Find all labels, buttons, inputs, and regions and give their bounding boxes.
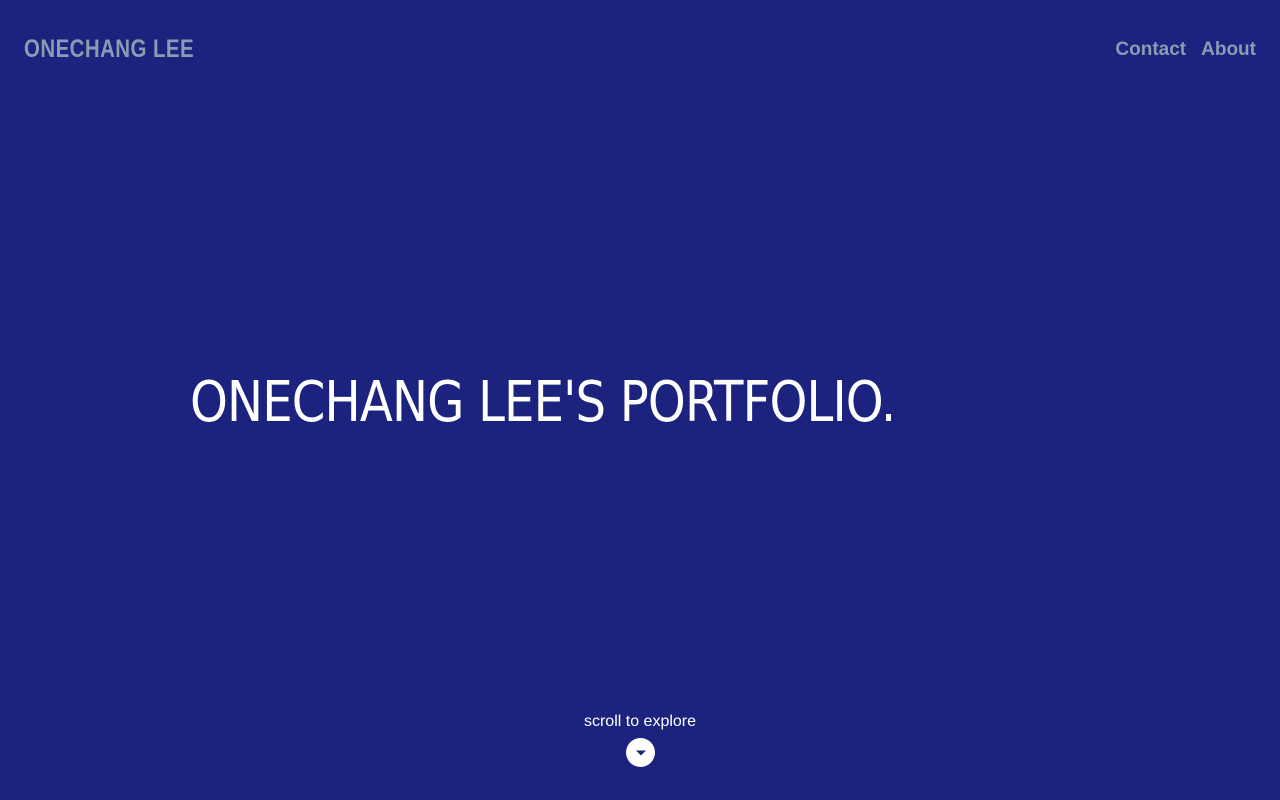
hero-title: ONECHANG LEE'S PORTFOLIO. — [190, 370, 896, 435]
scroll-hint-label: scroll to explore — [583, 713, 697, 730]
chevron-down-icon — [635, 750, 646, 755]
site-logo[interactable]: ONECHANG LEE — [24, 34, 194, 64]
site-header: ONECHANG LEE Contact About — [0, 0, 1280, 100]
scroll-down-button[interactable] — [626, 738, 655, 767]
nav-contact-link[interactable]: Contact — [1115, 38, 1186, 62]
nav-about-link[interactable]: About — [1201, 38, 1256, 62]
main-nav: Contact About — [1115, 38, 1256, 62]
